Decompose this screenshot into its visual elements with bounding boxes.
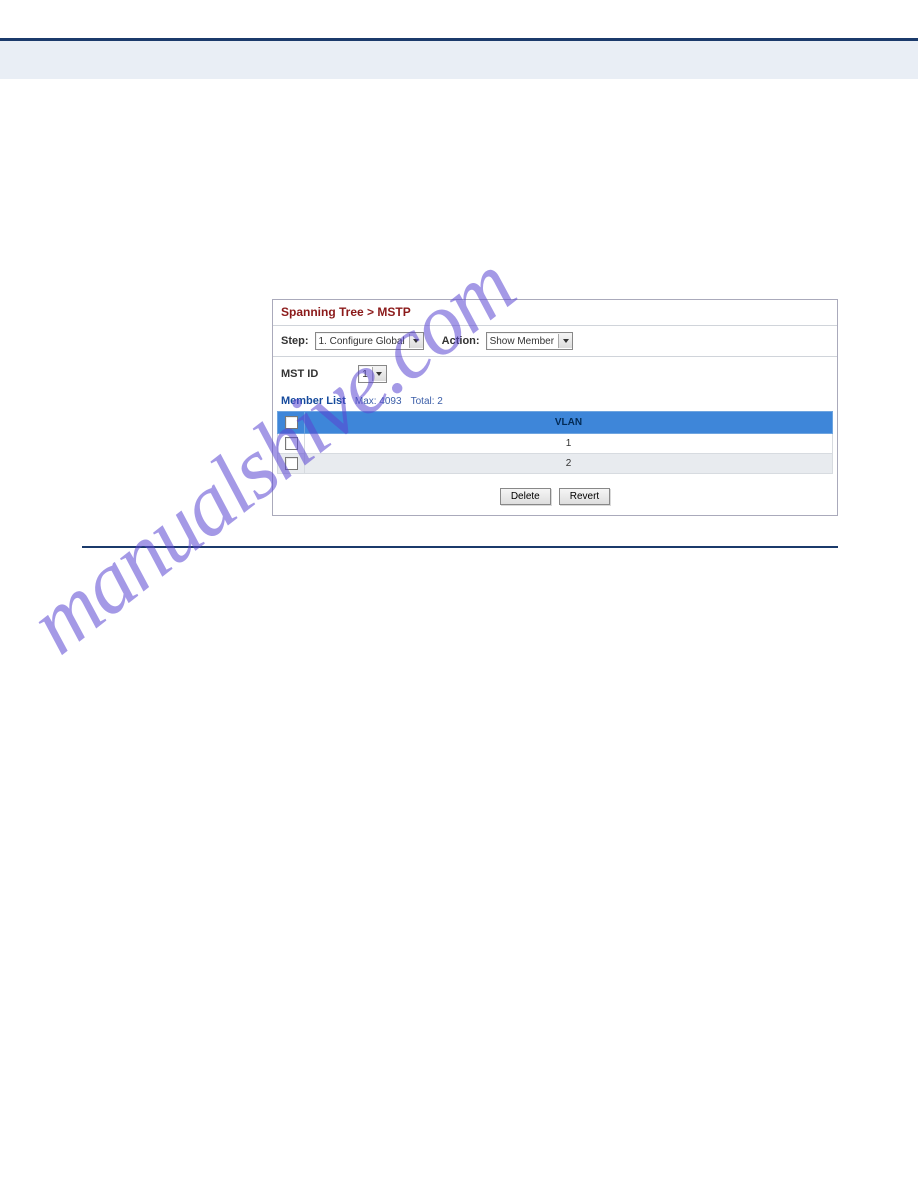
delete-button[interactable]: Delete <box>500 488 551 505</box>
section-divider <box>82 546 838 548</box>
chevron-down-icon <box>372 367 386 381</box>
table-row: 1 <box>278 434 833 454</box>
controls-row: Step: 1. Configure Global Action: Show M… <box>273 326 837 357</box>
chevron-down-icon <box>558 334 572 348</box>
top-band <box>0 41 918 79</box>
checkbox-icon[interactable] <box>285 416 298 429</box>
row-checkbox-cell[interactable] <box>278 454 305 474</box>
vlan-cell: 1 <box>305 434 833 454</box>
select-all-header[interactable] <box>278 412 305 434</box>
row-checkbox-cell[interactable] <box>278 434 305 454</box>
member-list-total: Total: 2 <box>411 396 443 407</box>
revert-button[interactable]: Revert <box>559 488 610 505</box>
mst-id-value: 1 <box>362 369 372 380</box>
member-list-title: Member List <box>281 395 346 407</box>
table-row: 2 <box>278 454 833 474</box>
breadcrumb: Spanning Tree > MSTP <box>273 300 837 326</box>
member-table: VLAN 1 2 <box>277 411 833 474</box>
step-select-value: 1. Configure Global <box>319 336 409 347</box>
checkbox-icon[interactable] <box>285 437 298 450</box>
action-label: Action: <box>442 335 480 347</box>
action-select[interactable]: Show Member <box>486 332 573 350</box>
vlan-cell: 2 <box>305 454 833 474</box>
checkbox-icon[interactable] <box>285 457 298 470</box>
mst-id-select[interactable]: 1 <box>358 365 387 383</box>
mst-row: MST ID 1 <box>273 357 837 393</box>
member-list-header: Member List Max: 4093 Total: 2 <box>273 393 837 411</box>
button-row: Delete Revert <box>273 482 837 515</box>
mst-id-label: MST ID <box>281 368 318 380</box>
vlan-header: VLAN <box>305 412 833 434</box>
mstp-panel: Spanning Tree > MSTP Step: 1. Configure … <box>272 299 838 516</box>
step-select[interactable]: 1. Configure Global <box>315 332 424 350</box>
step-label: Step: <box>281 335 309 347</box>
chevron-down-icon <box>409 334 423 348</box>
member-list-max: Max: 4093 <box>355 396 402 407</box>
action-select-value: Show Member <box>490 336 558 347</box>
